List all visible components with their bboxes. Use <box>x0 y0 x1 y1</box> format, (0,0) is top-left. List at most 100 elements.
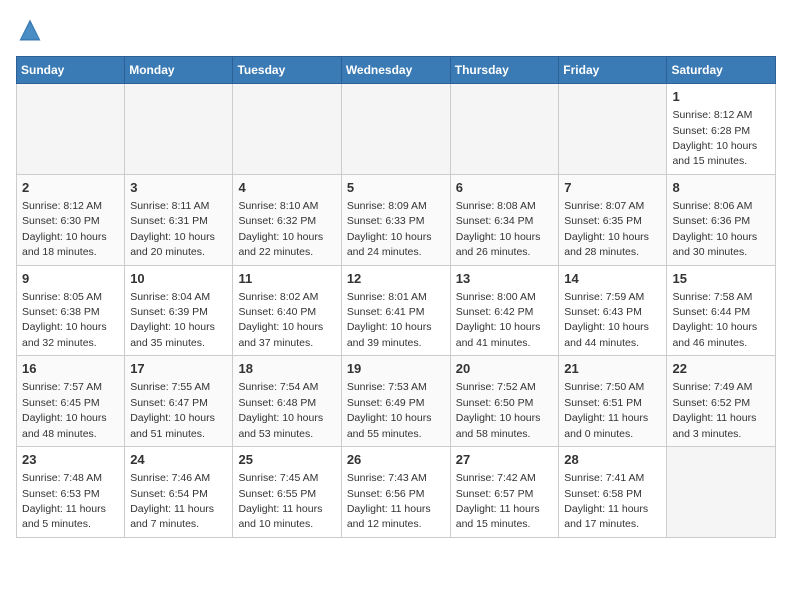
calendar-header: SundayMondayTuesdayWednesdayThursdayFrid… <box>17 57 776 84</box>
day-info: Sunrise: 8:07 AM Sunset: 6:35 PM Dayligh… <box>564 200 649 258</box>
day-info: Sunrise: 7:54 AM Sunset: 6:48 PM Dayligh… <box>238 381 323 439</box>
day-number: 7 <box>564 179 661 197</box>
day-number: 23 <box>22 451 119 469</box>
logo-icon <box>16 16 44 44</box>
day-number: 28 <box>564 451 661 469</box>
day-cell <box>125 84 233 175</box>
day-number: 22 <box>672 360 770 378</box>
day-cell: 2 Sunrise: 8:12 AM Sunset: 6:30 PM Daylig… <box>17 174 125 265</box>
day-info: Sunrise: 7:42 AM Sunset: 6:57 PM Dayligh… <box>456 472 540 530</box>
header-cell-thursday: Thursday <box>450 57 559 84</box>
day-info: Sunrise: 8:12 AM Sunset: 6:30 PM Dayligh… <box>22 200 107 258</box>
day-number: 14 <box>564 270 661 288</box>
day-number: 5 <box>347 179 445 197</box>
day-cell: 15 Sunrise: 7:58 AM Sunset: 6:44 PM Dayli… <box>667 265 776 356</box>
day-number: 1 <box>672 88 770 106</box>
day-cell: 26 Sunrise: 7:43 AM Sunset: 6:56 PM Dayli… <box>341 447 450 538</box>
week-row-5: 23 Sunrise: 7:48 AM Sunset: 6:53 PM Dayli… <box>17 447 776 538</box>
day-info: Sunrise: 8:11 AM Sunset: 6:31 PM Dayligh… <box>130 200 215 258</box>
day-number: 11 <box>238 270 335 288</box>
header-cell-monday: Monday <box>125 57 233 84</box>
day-cell: 4Sunrise: 8:10 AM Sunset: 6:32 PM Daylig… <box>233 174 341 265</box>
day-cell: 5 Sunrise: 8:09 AM Sunset: 6:33 PM Daylig… <box>341 174 450 265</box>
day-info: Sunrise: 7:52 AM Sunset: 6:50 PM Dayligh… <box>456 381 541 439</box>
day-number: 21 <box>564 360 661 378</box>
day-cell: 6 Sunrise: 8:08 AM Sunset: 6:34 PM Daylig… <box>450 174 559 265</box>
day-cell: 16 Sunrise: 7:57 AM Sunset: 6:45 PM Dayli… <box>17 356 125 447</box>
day-cell: 18 Sunrise: 7:54 AM Sunset: 6:48 PM Dayli… <box>233 356 341 447</box>
day-cell: 3 Sunrise: 8:11 AM Sunset: 6:31 PM Daylig… <box>125 174 233 265</box>
day-cell <box>450 84 559 175</box>
day-cell: 24Sunrise: 7:46 AM Sunset: 6:54 PM Dayli… <box>125 447 233 538</box>
day-number: 20 <box>456 360 554 378</box>
day-info: Sunrise: 8:04 AM Sunset: 6:39 PM Dayligh… <box>130 291 215 349</box>
day-cell: 10 Sunrise: 8:04 AM Sunset: 6:39 PM Dayli… <box>125 265 233 356</box>
day-info: Sunrise: 7:48 AM Sunset: 6:53 PM Dayligh… <box>22 472 106 530</box>
day-number: 16 <box>22 360 119 378</box>
day-number: 26 <box>347 451 445 469</box>
day-cell <box>559 84 667 175</box>
day-cell: 8 Sunrise: 8:06 AM Sunset: 6:36 PM Daylig… <box>667 174 776 265</box>
day-number: 27 <box>456 451 554 469</box>
day-number: 17 <box>130 360 227 378</box>
day-number: 3 <box>130 179 227 197</box>
day-cell: 14 Sunrise: 7:59 AM Sunset: 6:43 PM Dayli… <box>559 265 667 356</box>
day-cell: 21 Sunrise: 7:50 AM Sunset: 6:51 PM Dayli… <box>559 356 667 447</box>
day-info: Sunrise: 8:05 AM Sunset: 6:38 PM Dayligh… <box>22 291 107 349</box>
day-cell: 17Sunrise: 7:55 AM Sunset: 6:47 PM Dayli… <box>125 356 233 447</box>
day-number: 8 <box>672 179 770 197</box>
day-info: Sunrise: 7:53 AM Sunset: 6:49 PM Dayligh… <box>347 381 432 439</box>
day-info: Sunrise: 7:41 AM Sunset: 6:58 PM Dayligh… <box>564 472 648 530</box>
day-info: Sunrise: 8:02 AM Sunset: 6:40 PM Dayligh… <box>238 291 323 349</box>
day-cell: 22 Sunrise: 7:49 AM Sunset: 6:52 PM Dayli… <box>667 356 776 447</box>
day-number: 10 <box>130 270 227 288</box>
day-number: 18 <box>238 360 335 378</box>
day-number: 4 <box>238 179 335 197</box>
day-cell <box>17 84 125 175</box>
day-info: Sunrise: 8:08 AM Sunset: 6:34 PM Dayligh… <box>456 200 541 258</box>
day-cell: 13 Sunrise: 8:00 AM Sunset: 6:42 PM Dayli… <box>450 265 559 356</box>
day-info: Sunrise: 8:00 AM Sunset: 6:42 PM Dayligh… <box>456 291 541 349</box>
week-row-3: 9 Sunrise: 8:05 AM Sunset: 6:38 PM Daylig… <box>17 265 776 356</box>
day-cell: 27 Sunrise: 7:42 AM Sunset: 6:57 PM Dayli… <box>450 447 559 538</box>
day-number: 2 <box>22 179 119 197</box>
day-number: 19 <box>347 360 445 378</box>
day-cell: 25 Sunrise: 7:45 AM Sunset: 6:55 PM Dayli… <box>233 447 341 538</box>
day-cell: 9 Sunrise: 8:05 AM Sunset: 6:38 PM Daylig… <box>17 265 125 356</box>
day-info: Sunrise: 8:01 AM Sunset: 6:41 PM Dayligh… <box>347 291 432 349</box>
day-info: Sunrise: 7:49 AM Sunset: 6:52 PM Dayligh… <box>672 381 756 439</box>
day-cell: 11 Sunrise: 8:02 AM Sunset: 6:40 PM Dayli… <box>233 265 341 356</box>
week-row-1: 1Sunrise: 8:12 AM Sunset: 6:28 PM Daylig… <box>17 84 776 175</box>
day-info: Sunrise: 8:09 AM Sunset: 6:33 PM Dayligh… <box>347 200 432 258</box>
header-row: SundayMondayTuesdayWednesdayThursdayFrid… <box>17 57 776 84</box>
day-cell <box>667 447 776 538</box>
day-number: 13 <box>456 270 554 288</box>
logo <box>16 16 48 44</box>
day-info: Sunrise: 7:58 AM Sunset: 6:44 PM Dayligh… <box>672 291 757 349</box>
day-info: Sunrise: 7:50 AM Sunset: 6:51 PM Dayligh… <box>564 381 648 439</box>
week-row-2: 2 Sunrise: 8:12 AM Sunset: 6:30 PM Daylig… <box>17 174 776 265</box>
day-number: 15 <box>672 270 770 288</box>
day-info: Sunrise: 7:46 AM Sunset: 6:54 PM Dayligh… <box>130 472 214 530</box>
day-info: Sunrise: 7:59 AM Sunset: 6:43 PM Dayligh… <box>564 291 649 349</box>
day-cell: 20 Sunrise: 7:52 AM Sunset: 6:50 PM Dayli… <box>450 356 559 447</box>
day-info: Sunrise: 7:45 AM Sunset: 6:55 PM Dayligh… <box>238 472 322 530</box>
day-info: Sunrise: 7:43 AM Sunset: 6:56 PM Dayligh… <box>347 472 431 530</box>
day-cell: 12Sunrise: 8:01 AM Sunset: 6:41 PM Dayli… <box>341 265 450 356</box>
day-cell: 19 Sunrise: 7:53 AM Sunset: 6:49 PM Dayli… <box>341 356 450 447</box>
day-cell <box>233 84 341 175</box>
page-header <box>16 16 776 44</box>
header-cell-saturday: Saturday <box>667 57 776 84</box>
day-info: Sunrise: 8:06 AM Sunset: 6:36 PM Dayligh… <box>672 200 757 258</box>
day-number: 6 <box>456 179 554 197</box>
calendar-body: 1Sunrise: 8:12 AM Sunset: 6:28 PM Daylig… <box>17 84 776 538</box>
day-number: 25 <box>238 451 335 469</box>
header-cell-sunday: Sunday <box>17 57 125 84</box>
day-cell: 7 Sunrise: 8:07 AM Sunset: 6:35 PM Daylig… <box>559 174 667 265</box>
header-cell-tuesday: Tuesday <box>233 57 341 84</box>
header-cell-wednesday: Wednesday <box>341 57 450 84</box>
week-row-4: 16 Sunrise: 7:57 AM Sunset: 6:45 PM Dayli… <box>17 356 776 447</box>
day-cell: 1Sunrise: 8:12 AM Sunset: 6:28 PM Daylig… <box>667 84 776 175</box>
day-number: 9 <box>22 270 119 288</box>
day-info: Sunrise: 7:57 AM Sunset: 6:45 PM Dayligh… <box>22 381 107 439</box>
